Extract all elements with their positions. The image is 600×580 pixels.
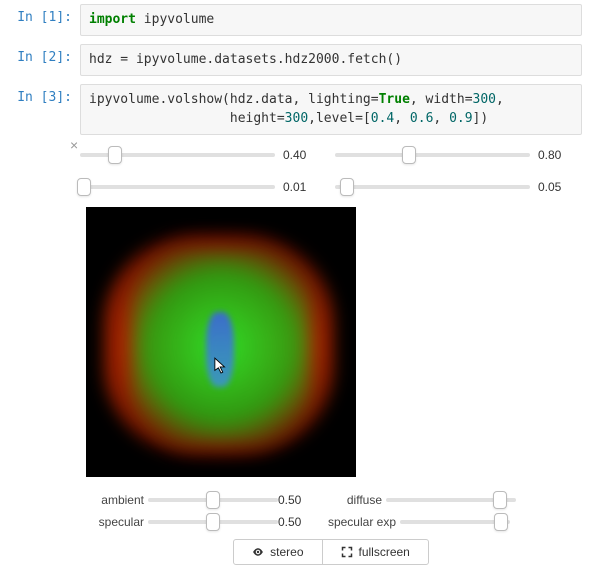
slider-track <box>80 185 275 189</box>
level-slider-row-1: 0.40 0.80 <box>80 143 582 167</box>
ambient-slider[interactable] <box>148 489 278 511</box>
lighting-row-2: specular 0.50 specular exp <box>80 511 582 533</box>
code-cell-2: In [2]: hdz = ipyvolume.datasets.hdz2000… <box>0 40 600 80</box>
ambient-value: 0.50 <box>278 493 318 507</box>
close-icon[interactable]: × <box>70 137 78 153</box>
level-slider-1b-group: 0.80 <box>335 143 582 167</box>
specular-exp-slider[interactable] <box>400 511 510 533</box>
specular-value: 0.50 <box>278 515 318 529</box>
code-text: , <box>394 111 410 126</box>
slider-thumb[interactable] <box>206 491 220 509</box>
code-cell-1: In [1]: import ipyvolume <box>0 0 600 40</box>
level-slider-1a-group: 0.40 <box>80 143 327 167</box>
code-text: ,level=[ <box>308 111 371 126</box>
eye-icon <box>252 546 264 558</box>
num-level-1: 0.4 <box>371 111 394 126</box>
code-text: ipyvolume.volshow(hdz.data, lighting= <box>89 92 379 107</box>
level-slider-2b-group: 0.05 <box>335 175 582 199</box>
slider-thumb[interactable] <box>77 178 91 196</box>
input-prompt-2: In [2]: <box>0 44 80 65</box>
slider-thumb[interactable] <box>402 146 416 164</box>
slider-thumb[interactable] <box>494 513 508 531</box>
level-value-2b: 0.05 <box>538 180 582 194</box>
slider-thumb[interactable] <box>340 178 354 196</box>
num-height: 300 <box>285 111 308 126</box>
code-cell-3: In [3]: ipyvolume.volshow(hdz.data, ligh… <box>0 80 600 138</box>
level-value-1b: 0.80 <box>538 148 582 162</box>
diffuse-slider[interactable] <box>386 489 516 511</box>
code-text: hdz = ipyvolume.datasets.hdz2000.fetch() <box>89 52 402 67</box>
num-level-2: 0.6 <box>410 111 433 126</box>
stereo-button[interactable]: stereo <box>233 539 322 565</box>
code-input-2[interactable]: hdz = ipyvolume.datasets.hdz2000.fetch() <box>80 44 582 76</box>
code-text: height= <box>89 111 285 126</box>
diffuse-label: diffuse <box>318 493 386 507</box>
volume-canvas[interactable] <box>86 207 356 477</box>
fullscreen-icon <box>341 546 353 558</box>
level-slider-2b[interactable] <box>335 175 530 199</box>
specular-label: specular <box>80 515 148 529</box>
level-slider-row-2: 0.01 0.05 <box>80 175 582 199</box>
slider-track <box>335 185 530 189</box>
level-slider-1a[interactable] <box>80 143 275 167</box>
code-text: , <box>496 92 504 107</box>
slider-thumb[interactable] <box>206 513 220 531</box>
input-prompt-1: In [1]: <box>0 4 80 25</box>
code-input-1[interactable]: import ipyvolume <box>80 4 582 36</box>
keyword-import: import <box>89 12 136 27</box>
code-input-3[interactable]: ipyvolume.volshow(hdz.data, lighting=Tru… <box>80 84 582 134</box>
view-button-group: stereo fullscreen <box>80 539 582 565</box>
num-level-3: 0.9 <box>449 111 472 126</box>
code-text: , width= <box>410 92 473 107</box>
volume-isolevel-blue <box>206 312 234 387</box>
level-value-2a: 0.01 <box>283 180 327 194</box>
level-slider-1b[interactable] <box>335 143 530 167</box>
level-slider-2a[interactable] <box>80 175 275 199</box>
fullscreen-button[interactable]: fullscreen <box>322 539 429 565</box>
keyword-true: True <box>379 92 410 107</box>
slider-thumb[interactable] <box>493 491 507 509</box>
specular-slider[interactable] <box>148 511 278 533</box>
level-slider-2a-group: 0.01 <box>80 175 327 199</box>
code-text: , <box>433 111 449 126</box>
lighting-row-1: ambient 0.50 diffuse <box>80 489 582 511</box>
level-value-1a: 0.40 <box>283 148 327 162</box>
slider-track <box>335 153 530 157</box>
slider-thumb[interactable] <box>108 146 122 164</box>
cell-output-3: × 0.40 0.80 0.01 <box>80 139 582 565</box>
specular-exp-label: specular exp <box>318 515 400 529</box>
num-width: 300 <box>473 92 496 107</box>
stereo-button-label: stereo <box>270 545 303 559</box>
code-text: ipyvolume <box>136 12 214 27</box>
input-prompt-3: In [3]: <box>0 84 80 105</box>
code-text: ]) <box>473 111 489 126</box>
ambient-label: ambient <box>80 493 148 507</box>
fullscreen-button-label: fullscreen <box>359 545 410 559</box>
